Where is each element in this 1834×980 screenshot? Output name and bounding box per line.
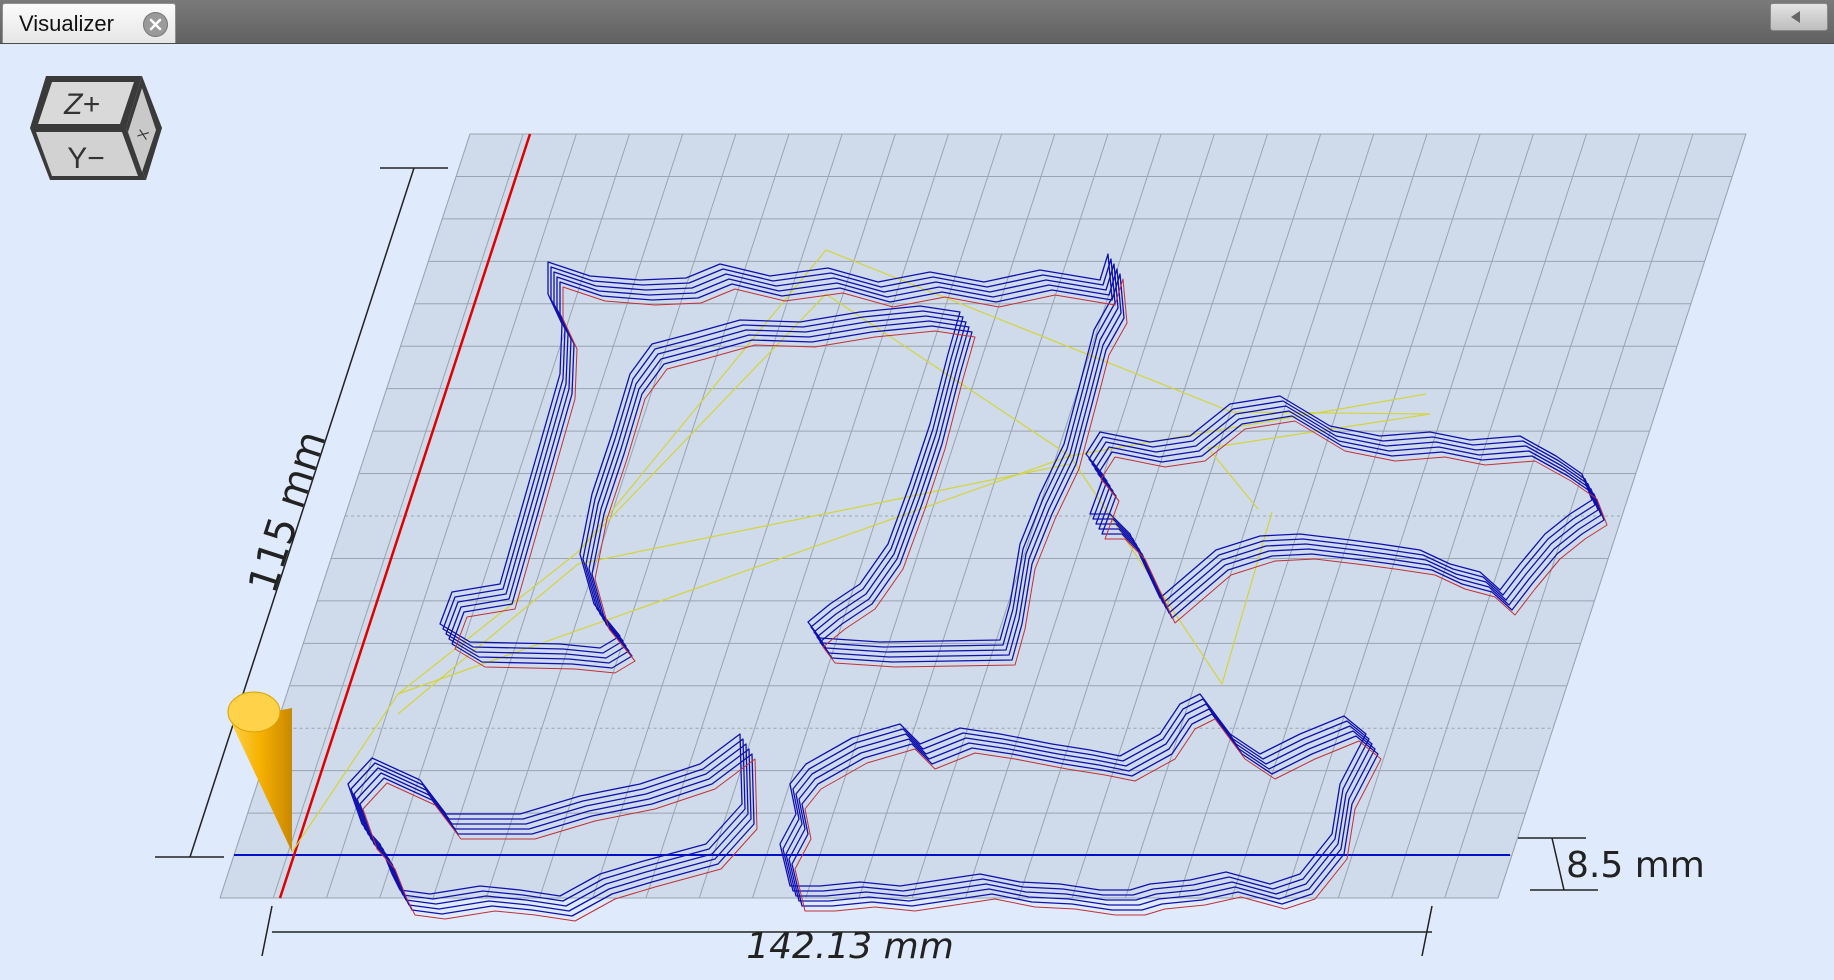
collapse-button[interactable] [1770, 3, 1828, 31]
chevron-left-icon [1791, 11, 1800, 23]
scene[interactable]: 115 mm 142.13 mm 8.5 mm [0, 44, 1834, 980]
title-bar: Visualizer [0, 0, 1834, 44]
width-dimension-label: 142.13 mm [746, 926, 954, 967]
tab-visualizer[interactable]: Visualizer [2, 3, 176, 43]
height-dimension-label: 8.5 mm [1566, 845, 1705, 886]
visualizer-viewport[interactable]: Z+ Y− X 115 mm 142.13 mm 8.5 mm [0, 44, 1834, 980]
tab-label: Visualizer [19, 11, 114, 36]
depth-dimension-label: 115 mm [240, 425, 335, 598]
close-icon[interactable] [143, 12, 168, 37]
